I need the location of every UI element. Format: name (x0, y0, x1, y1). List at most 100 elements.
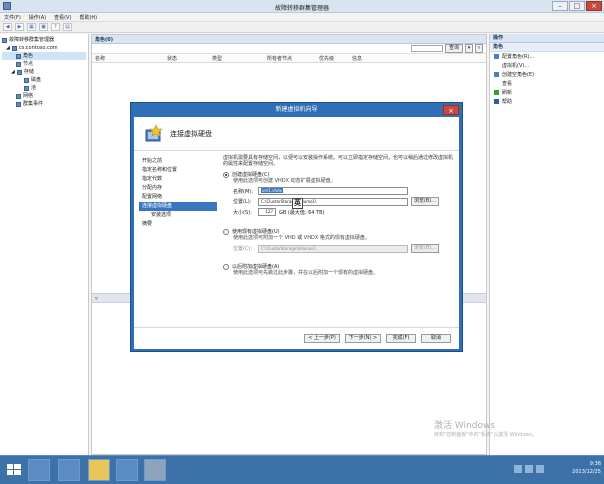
roles-icon (16, 53, 21, 59)
action-configure-role[interactable]: 配置角色(R)... (490, 52, 604, 61)
step-install-options[interactable]: 安装选项 (139, 211, 217, 220)
column-name[interactable]: 名称 (92, 55, 167, 62)
tree-item-roles[interactable]: 角色 (2, 52, 86, 60)
tree-item-cluster[interactable]: ◢ cs.contoso.com (2, 44, 86, 52)
tree-item-manager[interactable]: 故障转移群集管理器 (2, 36, 86, 44)
ime-indicator[interactable]: 英 (292, 198, 303, 209)
cluster-manager-icon (2, 37, 7, 43)
step-connect-disk[interactable]: 连接虚拟硬盘 (139, 202, 217, 211)
action-view[interactable]: 查看 (490, 79, 604, 88)
step-network[interactable]: 配置网络 (139, 193, 217, 202)
menu-view[interactable]: 查看(V) (54, 14, 71, 21)
option-attach-later[interactable]: 以后附加虚拟硬盘(A) (223, 263, 453, 270)
maximize-button[interactable]: □ (569, 1, 585, 11)
step-name-location[interactable]: 指定名称和位置 (139, 166, 217, 175)
network-icon[interactable] (525, 465, 533, 473)
powershell-icon[interactable] (58, 459, 80, 481)
close-button[interactable]: × (586, 1, 602, 11)
action-create-empty-role[interactable]: 创建空角色(E) (490, 70, 604, 79)
existing-disk-radio[interactable] (223, 228, 229, 235)
minimize-button[interactable]: – (552, 1, 568, 11)
properties-icon[interactable]: ▣ (39, 23, 48, 31)
filter-bar: 查询 ▾ ▿ (92, 44, 486, 54)
expand-icon[interactable]: ◢ (11, 68, 15, 76)
column-owner[interactable]: 所有者节点 (267, 55, 319, 62)
location-label: 位置(L): (233, 199, 252, 205)
back-icon[interactable]: ◀ (3, 23, 12, 31)
tree-item-disks[interactable]: 磁盘 (2, 76, 86, 84)
actions-section[interactable]: 角色 (490, 43, 604, 52)
next-button[interactable]: 下一步(N) > (345, 334, 381, 343)
window-title: 故障转移群集管理器 (274, 5, 329, 12)
size-label: 大小(S): (233, 209, 252, 216)
size-field[interactable]: 127 (258, 208, 276, 216)
query-button[interactable]: 查询 (445, 44, 463, 53)
empty-role-icon (494, 72, 499, 77)
new-vm-wizard-dialog: 新建虚拟机向导 × 连接虚拟硬盘 开始之前 指定名称和位置 指定代数 分配内存 (130, 102, 463, 352)
location-field[interactable]: C:\ClusterStorage\Volume1\ (258, 197, 408, 206)
flag-icon[interactable] (514, 465, 522, 473)
create-disk-radio[interactable] (223, 171, 229, 178)
expand-icon[interactable]: ◢ (6, 44, 10, 52)
attach-later-radio[interactable] (223, 263, 229, 270)
option-existing-disk[interactable]: 使用现有虚拟硬盘(U) (223, 228, 453, 235)
action-refresh[interactable]: 刷新 (490, 88, 604, 97)
step-generation[interactable]: 指定代数 (139, 175, 217, 184)
storage-icon (16, 69, 22, 75)
column-type[interactable]: 类型 (212, 55, 267, 62)
action-virtual-machines[interactable]: 虚拟机(V)... (490, 61, 604, 70)
dialog-close-button[interactable]: × (443, 105, 459, 115)
start-icon[interactable] (3, 459, 25, 481)
step-memory[interactable]: 分配内存 (139, 184, 217, 193)
collapse-details-icon[interactable]: ▿ (95, 295, 98, 302)
refresh-icon (494, 90, 499, 95)
filter-input[interactable] (411, 45, 443, 52)
action-help[interactable]: 帮助 (490, 97, 604, 106)
step-summary[interactable]: 摘要 (139, 220, 217, 229)
dialog-title: 新建虚拟机向导 × (131, 103, 462, 117)
volume-icon[interactable] (536, 465, 544, 473)
tree-item-events[interactable]: 群集事件 (2, 100, 86, 108)
title-bar: 故障转移群集管理器 – □ × (0, 0, 604, 13)
menu-help[interactable]: 帮助(H) (79, 14, 97, 21)
show-tree-icon[interactable]: ▦ (27, 23, 36, 31)
menu-file[interactable]: 文件(F) (4, 14, 21, 21)
collapse-icon[interactable]: ▿ (475, 44, 483, 53)
cancel-button[interactable]: 取消 (421, 334, 451, 343)
column-info[interactable]: 信息 (352, 55, 392, 62)
menu-action[interactable]: 操作(A) (29, 14, 46, 21)
action-pane-icon[interactable]: ▤ (63, 23, 72, 31)
column-priority[interactable]: 优先级 (319, 55, 352, 62)
tree-item-storage[interactable]: ◢ 存储 (2, 68, 86, 76)
server-manager-icon[interactable] (28, 459, 50, 481)
step-before-you-begin[interactable]: 开始之前 (139, 157, 217, 166)
tree-item-pools[interactable]: 池 (2, 84, 86, 92)
wizard-steps: 开始之前 指定名称和位置 指定代数 分配内存 配置网络 连接虚拟硬盘 安装选项 … (139, 157, 217, 229)
finish-button[interactable]: 完成(F) (386, 334, 416, 343)
help-icon[interactable]: ? (51, 23, 60, 31)
clock-date: 2013/12/25 (572, 469, 601, 475)
query-options-icon[interactable]: ▾ (465, 44, 473, 53)
forward-icon[interactable]: ▶ (15, 23, 24, 31)
pools-icon (24, 85, 29, 91)
column-status[interactable]: 状态 (167, 55, 212, 62)
networks-icon (16, 93, 21, 99)
name-field[interactable]: vm1.vhdx (258, 187, 408, 195)
dialog-heading: 连接虚拟硬盘 (170, 129, 212, 138)
cluster-icon (11, 45, 17, 51)
events-icon (16, 101, 21, 107)
existing-disk-desc: 使用此选项可附加一个 VHD 或 VHDX 格式的现有虚拟硬盘。 (233, 235, 370, 241)
option-create-disk[interactable]: 创建虚拟硬盘(C) (223, 171, 453, 178)
explorer-icon[interactable] (88, 459, 110, 481)
cluster-manager-taskbar-icon[interactable] (116, 459, 138, 481)
hyperv-manager-icon[interactable] (144, 459, 166, 481)
existing-location-field[interactable]: C:\ClusterStorage\Volume1\ (258, 244, 408, 253)
clock[interactable]: 9:36 2013/12/25 (572, 460, 601, 476)
tree-item-nodes[interactable]: 节点 (2, 60, 86, 68)
browse-button[interactable]: 浏览(B)... (411, 197, 439, 206)
existing-browse-button[interactable]: 浏览(B)... (411, 244, 439, 253)
previous-button[interactable]: < 上一步(P) (304, 334, 340, 343)
config-icon (494, 54, 499, 59)
view-icon (494, 81, 499, 86)
tree-item-networks[interactable]: 网络 (2, 92, 86, 100)
